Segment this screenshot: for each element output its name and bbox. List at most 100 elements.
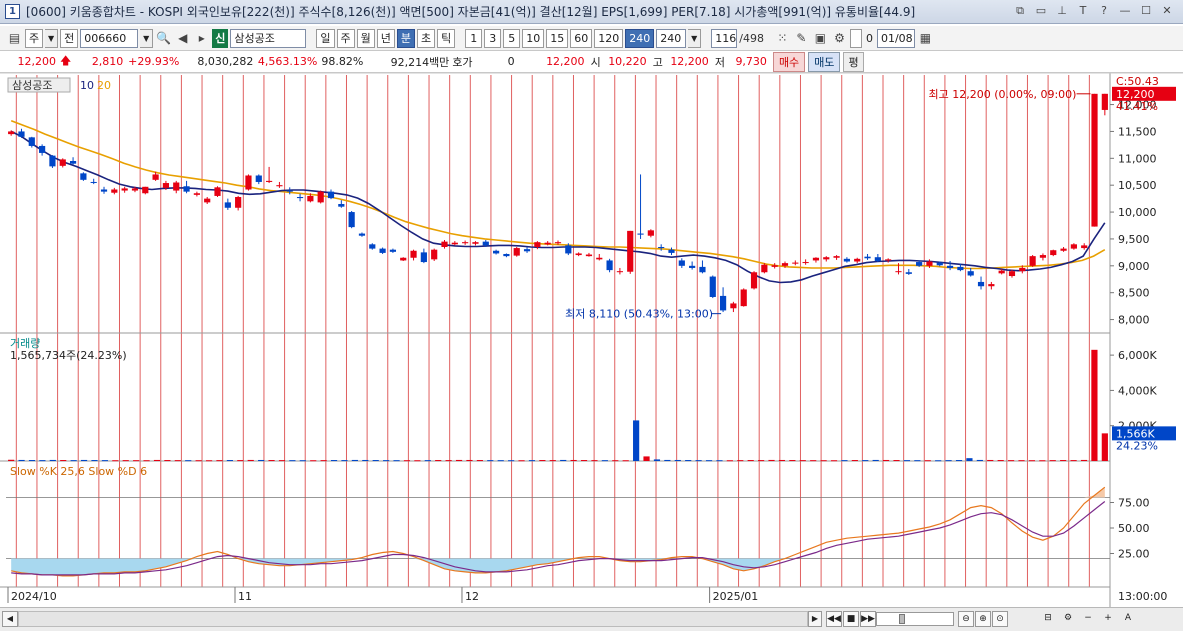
nav-icon[interactable]: ▸ (193, 29, 210, 48)
settings-icon[interactable]: ⚙ (831, 29, 848, 48)
check-box[interactable] (849, 28, 862, 48)
candle-body (874, 257, 881, 261)
stop-icon[interactable]: ■ (843, 611, 859, 627)
period-button-year[interactable]: 년 (376, 28, 395, 48)
chevron-down-icon[interactable]: ▼ (688, 28, 702, 48)
x-axis-label: 2025/01 (713, 590, 759, 603)
period-button-tick[interactable]: 틱 (437, 28, 456, 48)
search-icon[interactable]: 🔍 (155, 29, 172, 48)
minimize-icon[interactable]: — (1117, 3, 1133, 19)
interval-button-10[interactable]: 10 (522, 28, 545, 48)
interval-input[interactable]: 240 (656, 28, 687, 48)
help-icon[interactable]: ? (1096, 3, 1112, 19)
candle-body (348, 212, 355, 228)
save-icon[interactable]: ▣ (812, 29, 829, 48)
layout-toggle-icon[interactable]: ⊟ (1040, 611, 1056, 627)
zoom-slider-knob[interactable] (899, 614, 905, 624)
volume-bar (872, 459, 879, 461)
restore-icon[interactable]: ▭ (1033, 3, 1049, 19)
zoom-in-icon[interactable]: ⊕ (975, 611, 991, 627)
count-total: /498 (739, 31, 764, 45)
change-value: 2,810 (91, 55, 124, 68)
flat-button[interactable]: 평 (843, 51, 864, 72)
candle-body (719, 295, 727, 311)
zoom-out-icon[interactable]: ⊖ (958, 611, 974, 627)
volume-bar (122, 460, 129, 462)
grid-icon[interactable]: ⁙ (774, 29, 791, 48)
volume-bar (216, 460, 223, 462)
sell-button[interactable]: 매도 (808, 51, 841, 72)
maximize-icon[interactable]: ☐ (1138, 3, 1154, 19)
increase-font-icon[interactable]: + (1100, 611, 1116, 627)
candle-body (111, 189, 118, 193)
chevron-down-icon[interactable]: ▼ (140, 28, 154, 48)
candle-body (637, 233, 644, 235)
calendar-icon[interactable]: ▦ (917, 29, 934, 48)
candle-body (307, 195, 314, 202)
volume-bar (174, 460, 181, 462)
count-input[interactable]: 116 (711, 28, 738, 48)
volume-bar (424, 460, 431, 462)
interval-button-120[interactable]: 120 (594, 28, 624, 48)
decrease-font-icon[interactable]: − (1080, 611, 1096, 627)
volume-bar (80, 459, 88, 461)
zoom-fit-icon[interactable]: ⊙ (992, 611, 1008, 627)
candle-body (967, 271, 974, 276)
font-icon[interactable]: T (1075, 3, 1091, 19)
volume-bar (39, 460, 46, 462)
price-axis-label: 10,000 (1118, 206, 1157, 219)
settings-icon[interactable]: ⚙ (1060, 611, 1076, 627)
cascade-icon[interactable]: ⧉ (1012, 3, 1028, 19)
volume-bar (601, 460, 608, 462)
speaker-icon[interactable]: ◀ (174, 29, 191, 48)
interval-button-240[interactable]: 240 (625, 28, 655, 48)
candle-body (1050, 250, 1057, 256)
period-button-minute[interactable]: 분 (396, 28, 415, 48)
stock-code-input[interactable]: 006660 (80, 28, 139, 48)
jeon-button[interactable]: 전 (60, 28, 79, 48)
font-icon[interactable]: A (1120, 611, 1136, 627)
volume-bar (924, 460, 931, 462)
volume-bar (549, 460, 556, 462)
interval-button-15[interactable]: 15 (546, 28, 569, 48)
candle-body (658, 247, 665, 249)
volume-bar (1091, 349, 1098, 461)
candle-body (410, 250, 417, 258)
period-button-day[interactable]: 일 (316, 28, 335, 48)
date-input[interactable]: 01/08 (876, 28, 915, 48)
period-select[interactable]: 주 (25, 28, 44, 48)
volume-bar (1028, 460, 1036, 462)
interval-button-3[interactable]: 3 (484, 28, 502, 48)
buy-button[interactable]: 매수 (772, 51, 806, 72)
chevron-down-icon[interactable]: ▼ (45, 28, 59, 48)
period-button-second[interactable]: 초 (417, 28, 436, 48)
period-button-week[interactable]: 주 (336, 28, 355, 48)
period-button-month[interactable]: 월 (356, 28, 375, 48)
volume-bar (935, 460, 942, 462)
close-icon[interactable]: ✕ (1159, 3, 1175, 19)
chart-area[interactable]: 8,000 8,500 9,000 9,500 10,000 10,500 11,000 11… (0, 73, 1183, 607)
volume-bar (737, 460, 744, 462)
scrollbar-track[interactable] (18, 611, 808, 627)
forward-icon[interactable]: ▶▶ (860, 611, 876, 627)
candle-body (1019, 267, 1026, 272)
zoom-slider[interactable] (876, 612, 954, 626)
candle-body (100, 189, 108, 192)
annotation-high: 최고 12,200 (0.00%, 09:00) (929, 88, 1077, 101)
volume-bar (320, 460, 327, 462)
draw-icon[interactable]: ✎ (793, 29, 810, 48)
candle-body (162, 183, 170, 188)
pin-icon[interactable]: ⊥ (1054, 3, 1070, 19)
up-arrow-icon: 🡅 (60, 54, 72, 67)
layout-icon[interactable]: ▤ (6, 29, 23, 48)
interval-button-1[interactable]: 1 (465, 28, 483, 48)
scroll-left-icon[interactable]: ◀ (2, 611, 18, 627)
scroll-right-icon[interactable]: ▶ (808, 611, 822, 627)
interval-button-5[interactable]: 5 (503, 28, 521, 48)
candle-body (802, 262, 809, 264)
volume-bar (341, 460, 348, 462)
stochastic-axis-label: 25.00 (1118, 548, 1150, 561)
candle-body (761, 264, 768, 273)
interval-button-60[interactable]: 60 (570, 28, 593, 48)
rewind-icon[interactable]: ◀◀ (826, 611, 842, 627)
